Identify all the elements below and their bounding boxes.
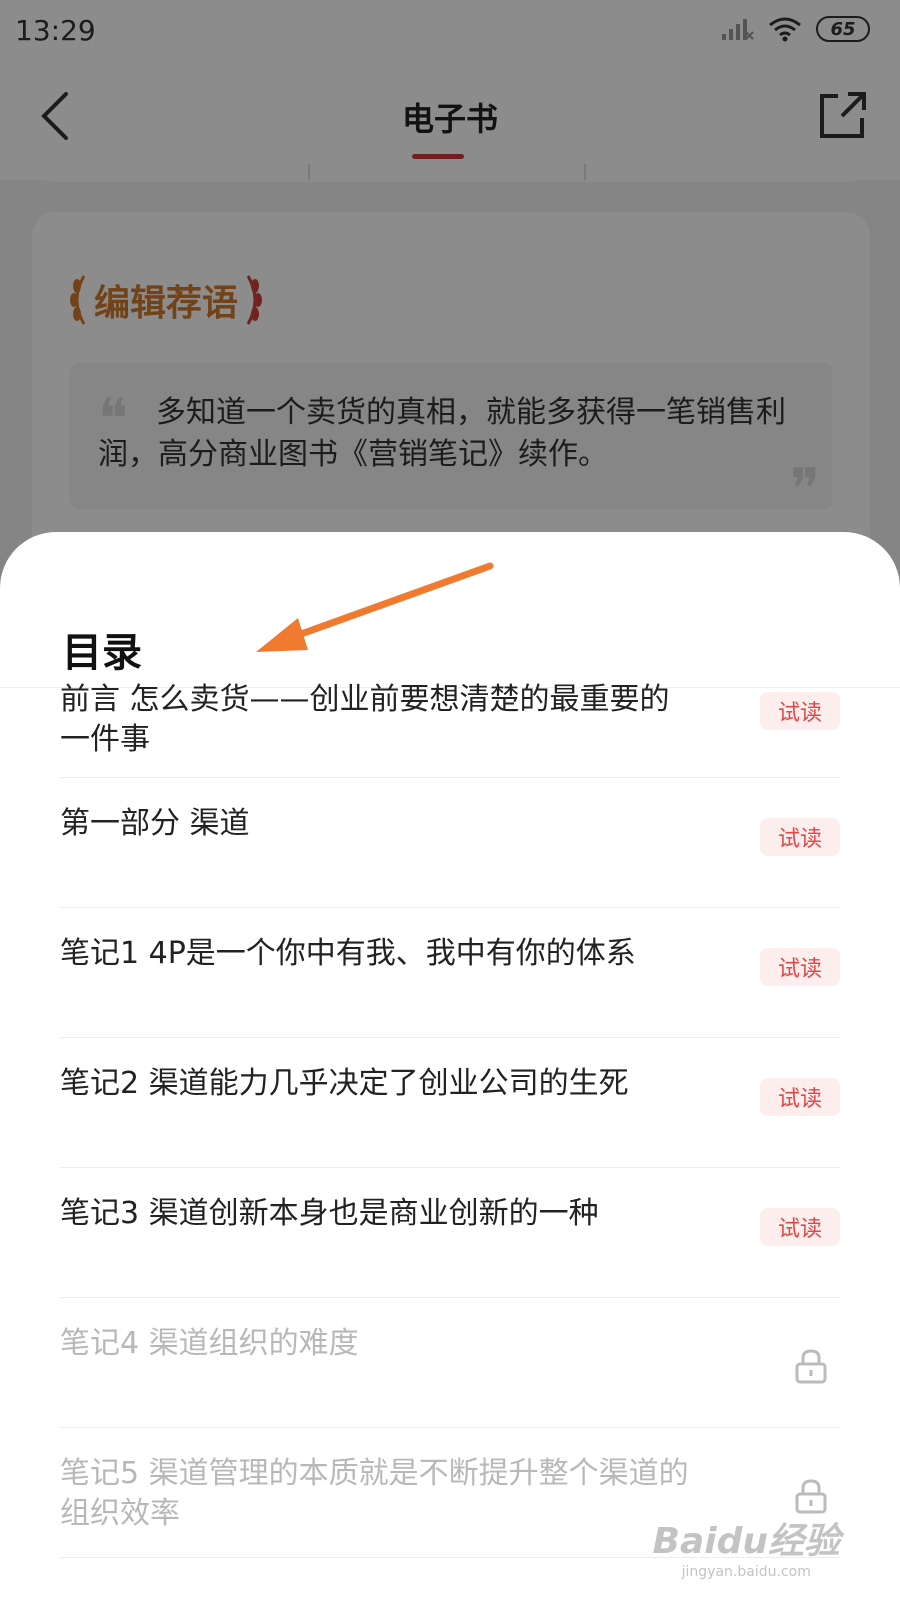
watermark: Baidu经验 jingyan.baidu.com: [653, 1512, 840, 1580]
trial-read-badge[interactable]: 试读: [760, 1208, 840, 1246]
toc-item-label: 前言 怎么卖货——创业前要想清楚的最重要的一件事: [60, 682, 670, 757]
trial-read-badge[interactable]: 试读: [760, 948, 840, 986]
annotation-arrow-icon: [256, 562, 494, 652]
toc-item-label: 笔记3 渠道创新本身也是商业创新的一种: [60, 1196, 599, 1231]
toc-item[interactable]: 笔记3 渠道创新本身也是商业创新的一种 试读: [60, 1168, 840, 1298]
toc-item-locked[interactable]: 笔记4 渠道组织的难度: [60, 1298, 840, 1428]
toc-item-label: 笔记5 渠道管理的本质就是不断提升整个渠道的组织效率: [60, 1456, 689, 1531]
toc-item[interactable]: 笔记1 4P是一个你中有我、我中有你的体系 试读: [60, 908, 840, 1038]
toc-item-label: 第一部分 渠道: [60, 806, 250, 841]
toc-item[interactable]: 笔记2 渠道能力几乎决定了创业公司的生死 试读: [60, 1038, 840, 1168]
trial-read-badge[interactable]: 试读: [760, 692, 840, 730]
watermark-url: jingyan.baidu.com: [681, 1564, 811, 1580]
trial-read-badge[interactable]: 试读: [760, 818, 840, 856]
toc-item-label: 笔记4 渠道组织的难度: [60, 1326, 359, 1361]
toc-item-label: 笔记2 渠道能力几乎决定了创业公司的生死: [60, 1066, 629, 1101]
toc-title: 目录: [62, 630, 142, 676]
toc-sheet: 目录 前言 怎么卖货——创业前要想清楚的最重要的一件事 试读 第一部分 渠道 试…: [0, 532, 900, 1600]
trial-read-badge[interactable]: 试读: [760, 1078, 840, 1116]
lock-icon: [795, 1349, 827, 1384]
watermark-logo: Baidu经验: [652, 1521, 840, 1562]
toc-item[interactable]: 第一部分 渠道 试读: [60, 778, 840, 908]
lock-icon: [795, 1479, 827, 1514]
toc-list: 前言 怎么卖货——创业前要想清楚的最重要的一件事 试读 第一部分 渠道 试读 笔…: [60, 682, 840, 1558]
toc-header: 目录: [0, 532, 900, 688]
toc-item[interactable]: 前言 怎么卖货——创业前要想清楚的最重要的一件事 试读: [60, 682, 840, 778]
toc-item-label: 笔记1 4P是一个你中有我、我中有你的体系: [60, 936, 636, 971]
